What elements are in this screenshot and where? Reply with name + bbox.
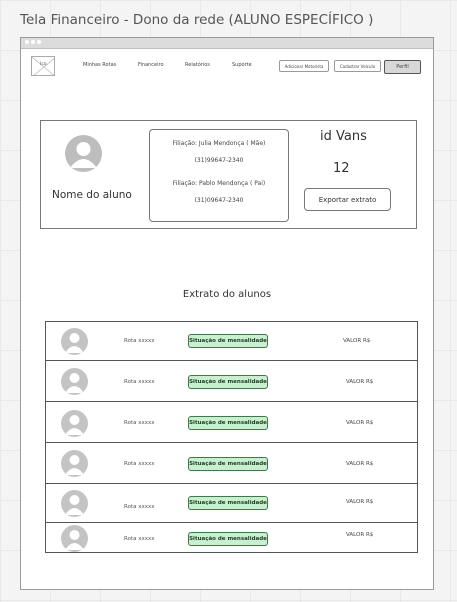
user-icon — [65, 455, 84, 475]
student-avatar — [61, 328, 88, 355]
student-avatar — [61, 410, 88, 437]
user-icon — [65, 495, 84, 515]
user-icon — [65, 530, 84, 550]
table-row[interactable]: Rota xxxxx Situação de mensalidade VALOR… — [46, 361, 417, 402]
status-badge[interactable]: Situação de mensalidade — [188, 334, 268, 348]
status-badge[interactable]: Situação de mensalidade — [188, 416, 268, 430]
nav-link-suporte[interactable]: Suporte — [232, 62, 252, 68]
id-vans-label: id Vans — [320, 129, 367, 144]
value-label: VALOR R$ — [346, 499, 374, 505]
route-label: Rota xxxxx — [124, 338, 155, 344]
logo-text: Ico — [40, 62, 47, 67]
export-statement-button[interactable]: Exportar extrato — [304, 188, 391, 211]
window-controls — [25, 40, 41, 44]
statement-title: Extrato do alunos — [182, 289, 272, 300]
parents-info-box: Filiação: Julia Mendonça ( Mãe) (31)9964… — [149, 129, 289, 222]
parent-mother-label: Filiação: Julia Mendonça ( Mãe) — [172, 140, 266, 147]
value-label: VALOR R$ — [343, 338, 371, 344]
student-card: Nome do aluno Filiação: Julia Mendonça (… — [40, 120, 417, 229]
route-label: Rota xxxxx — [124, 504, 155, 510]
route-label: Rota xxxxx — [124, 461, 155, 467]
table-row[interactable]: Rota xxxxx Situação de mensalidade VALOR… — [46, 523, 417, 554]
register-vehicle-button[interactable]: Cadastrar Veículo — [334, 60, 381, 72]
table-row[interactable]: Rota xxxxx Situação de mensalidade VALOR… — [46, 402, 417, 443]
value-label: VALOR R$ — [346, 379, 374, 385]
value-label: VALOR R$ — [346, 420, 374, 426]
add-driver-button[interactable]: Adicionar Motorista — [279, 60, 329, 72]
user-icon — [65, 415, 84, 435]
status-badge[interactable]: Situação de mensalidade — [188, 496, 268, 510]
route-label: Rota xxxxx — [124, 420, 155, 426]
parent-father-phone: (31)09647-2340 — [194, 197, 244, 204]
nav-link-minhas-rotas[interactable]: Minhas Rotas — [83, 62, 116, 68]
table-row[interactable]: Rota xxxxx Situação de mensalidade VALOR… — [46, 443, 417, 484]
table-row[interactable]: Rota xxxxx Situação de mensalidade VALOR… — [46, 322, 417, 361]
logo[interactable]: Ico — [31, 56, 55, 76]
statement-table: Rota xxxxx Situação de mensalidade VALOR… — [45, 321, 418, 553]
status-badge[interactable]: Situação de mensalidade — [188, 375, 268, 389]
route-label: Rota xxxxx — [124, 379, 155, 385]
parent-mother-phone: (31)99647-2340 — [194, 157, 244, 164]
student-avatar — [61, 450, 88, 477]
value-label: VALOR R$ — [346, 461, 374, 467]
id-vans-value: 12 — [333, 161, 350, 176]
value-label: VALOR R$ — [346, 532, 374, 538]
user-icon — [65, 333, 84, 353]
nav-link-relatorios[interactable]: Relatórios — [185, 62, 210, 68]
table-row[interactable]: Rota xxxxx Situação de mensalidade VALOR… — [46, 484, 417, 523]
browser-title-bar — [21, 38, 433, 49]
student-avatar — [61, 368, 88, 395]
status-badge[interactable]: Situação de mensalidade — [188, 457, 268, 471]
route-label: Rota xxxxx — [124, 536, 155, 542]
parent-father-label: Filiação: Pablo Mendonça ( Pai) — [172, 180, 266, 187]
profile-button[interactable]: Perfil — [384, 60, 421, 74]
student-avatar — [61, 525, 88, 552]
nav-link-financeiro[interactable]: Financeiro — [138, 62, 164, 68]
student-name: Nome do aluno — [52, 189, 132, 201]
user-icon — [70, 142, 97, 168]
browser-window: Ico Minhas Rotas Financeiro Relatórios S… — [20, 37, 434, 590]
student-avatar — [61, 490, 88, 517]
status-badge[interactable]: Situação de mensalidade — [188, 532, 268, 546]
student-avatar — [65, 135, 102, 172]
user-icon — [65, 373, 84, 393]
page-title: Tela Financeiro - Dono da rede (ALUNO ES… — [20, 12, 374, 28]
